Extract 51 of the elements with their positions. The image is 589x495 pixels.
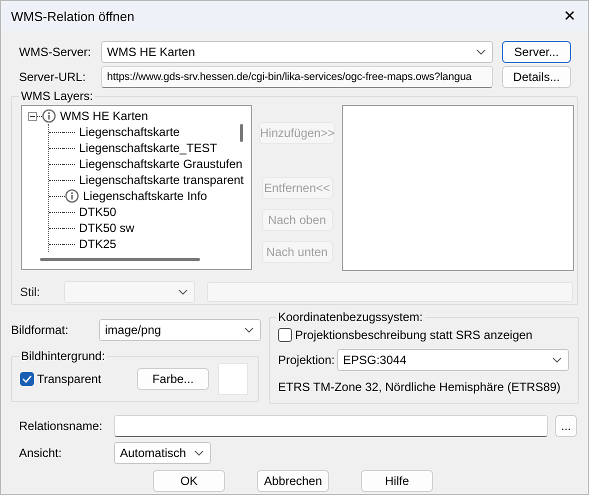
dialog-button[interactable]: Abbrechen [257, 470, 329, 492]
tree-item[interactable]: WMS HE Karten [60, 109, 148, 123]
group-title: Koordinatenbezugssystem: [276, 310, 425, 324]
dialog-button[interactable]: OK [153, 470, 225, 492]
browse-button[interactable]: ... [555, 415, 577, 437]
tree-item[interactable]: DTK50 sw [79, 221, 134, 235]
field-label: Relationsname: [18, 419, 104, 433]
checkbox[interactable] [278, 328, 292, 342]
field-label: Stil: [19, 285, 42, 299]
info-icon [42, 109, 56, 123]
chevron-down-icon [178, 289, 188, 295]
chevron-down-icon [244, 327, 254, 333]
dialog-button[interactable]: Hilfe [361, 470, 433, 492]
server-dropdown[interactable]: WMS HE Karten [101, 41, 493, 63]
scrollbar-thumb[interactable] [40, 258, 200, 261]
checkbox-label: Transparent [37, 372, 102, 386]
tree-item[interactable]: Liegenschaftskarte_TEST [79, 141, 218, 155]
field-label: Bildformat: [11, 323, 70, 337]
relation-name-field[interactable] [114, 415, 548, 437]
server-button[interactable]: Server... [502, 41, 571, 63]
checkbox-label: Projektionsbeschreibung statt SRS anzeigen [295, 328, 532, 342]
tree-item[interactable]: DTK50 [79, 205, 116, 219]
chevron-down-icon [552, 357, 562, 363]
info-icon [65, 189, 79, 203]
field-label: Ansicht: [18, 446, 63, 460]
details-button[interactable]: Details... [502, 66, 571, 88]
group-title: Bildhintergrund: [19, 349, 108, 363]
field-label: Projektion: [277, 353, 336, 367]
tree-item[interactable]: Liegenschaftskarte Graustufen [79, 157, 242, 171]
close-button[interactable]: ✕ [559, 5, 580, 27]
format-dropdown[interactable]: image/png [99, 319, 261, 341]
url-field[interactable]: https://www.gds-srv.hessen.de/cgi-bin/lika-services/ogc-free-maps.ows?langua [101, 66, 493, 88]
tree-item[interactable]: Liegenschaftskarte Info [83, 189, 208, 203]
field-label: WMS-Server: [18, 45, 92, 59]
checkbox[interactable] [20, 372, 34, 386]
collapse-icon[interactable] [28, 112, 37, 120]
layer-tree[interactable]: WMS HE Karten Liegenschaftskarte Liegenschaftskarte_TEST Liegenschaftskarte Graustufen Liegenschaftskarte transparent Liegenschaftskarte Info DTK50 DTK50 sw DTK25 [21, 105, 252, 270]
view-dropdown[interactable]: Automatisch [114, 442, 211, 464]
tree-item[interactable]: Liegenschaftskarte transparent [79, 173, 244, 187]
projection-dropdown[interactable]: EPSG:3044 [337, 349, 569, 371]
color-button[interactable]: Farbe... [137, 368, 209, 390]
projection-description: ETRS TM-Zone 32, Nördliche Hemisphäre (ETRS89) [277, 380, 561, 394]
field-label: Server-URL: [18, 70, 87, 84]
chevron-down-icon [194, 450, 204, 456]
tree-item[interactable]: Liegenschaftskarte [79, 125, 180, 139]
tree-item[interactable]: DTK25 [79, 237, 116, 251]
selected-layers-list[interactable] [342, 105, 574, 271]
window-title: WMS-Relation öffnen [11, 8, 134, 24]
scrollbar-thumb[interactable] [240, 124, 243, 142]
chevron-down-icon [476, 49, 486, 55]
group-title: WMS Layers: [19, 89, 96, 103]
